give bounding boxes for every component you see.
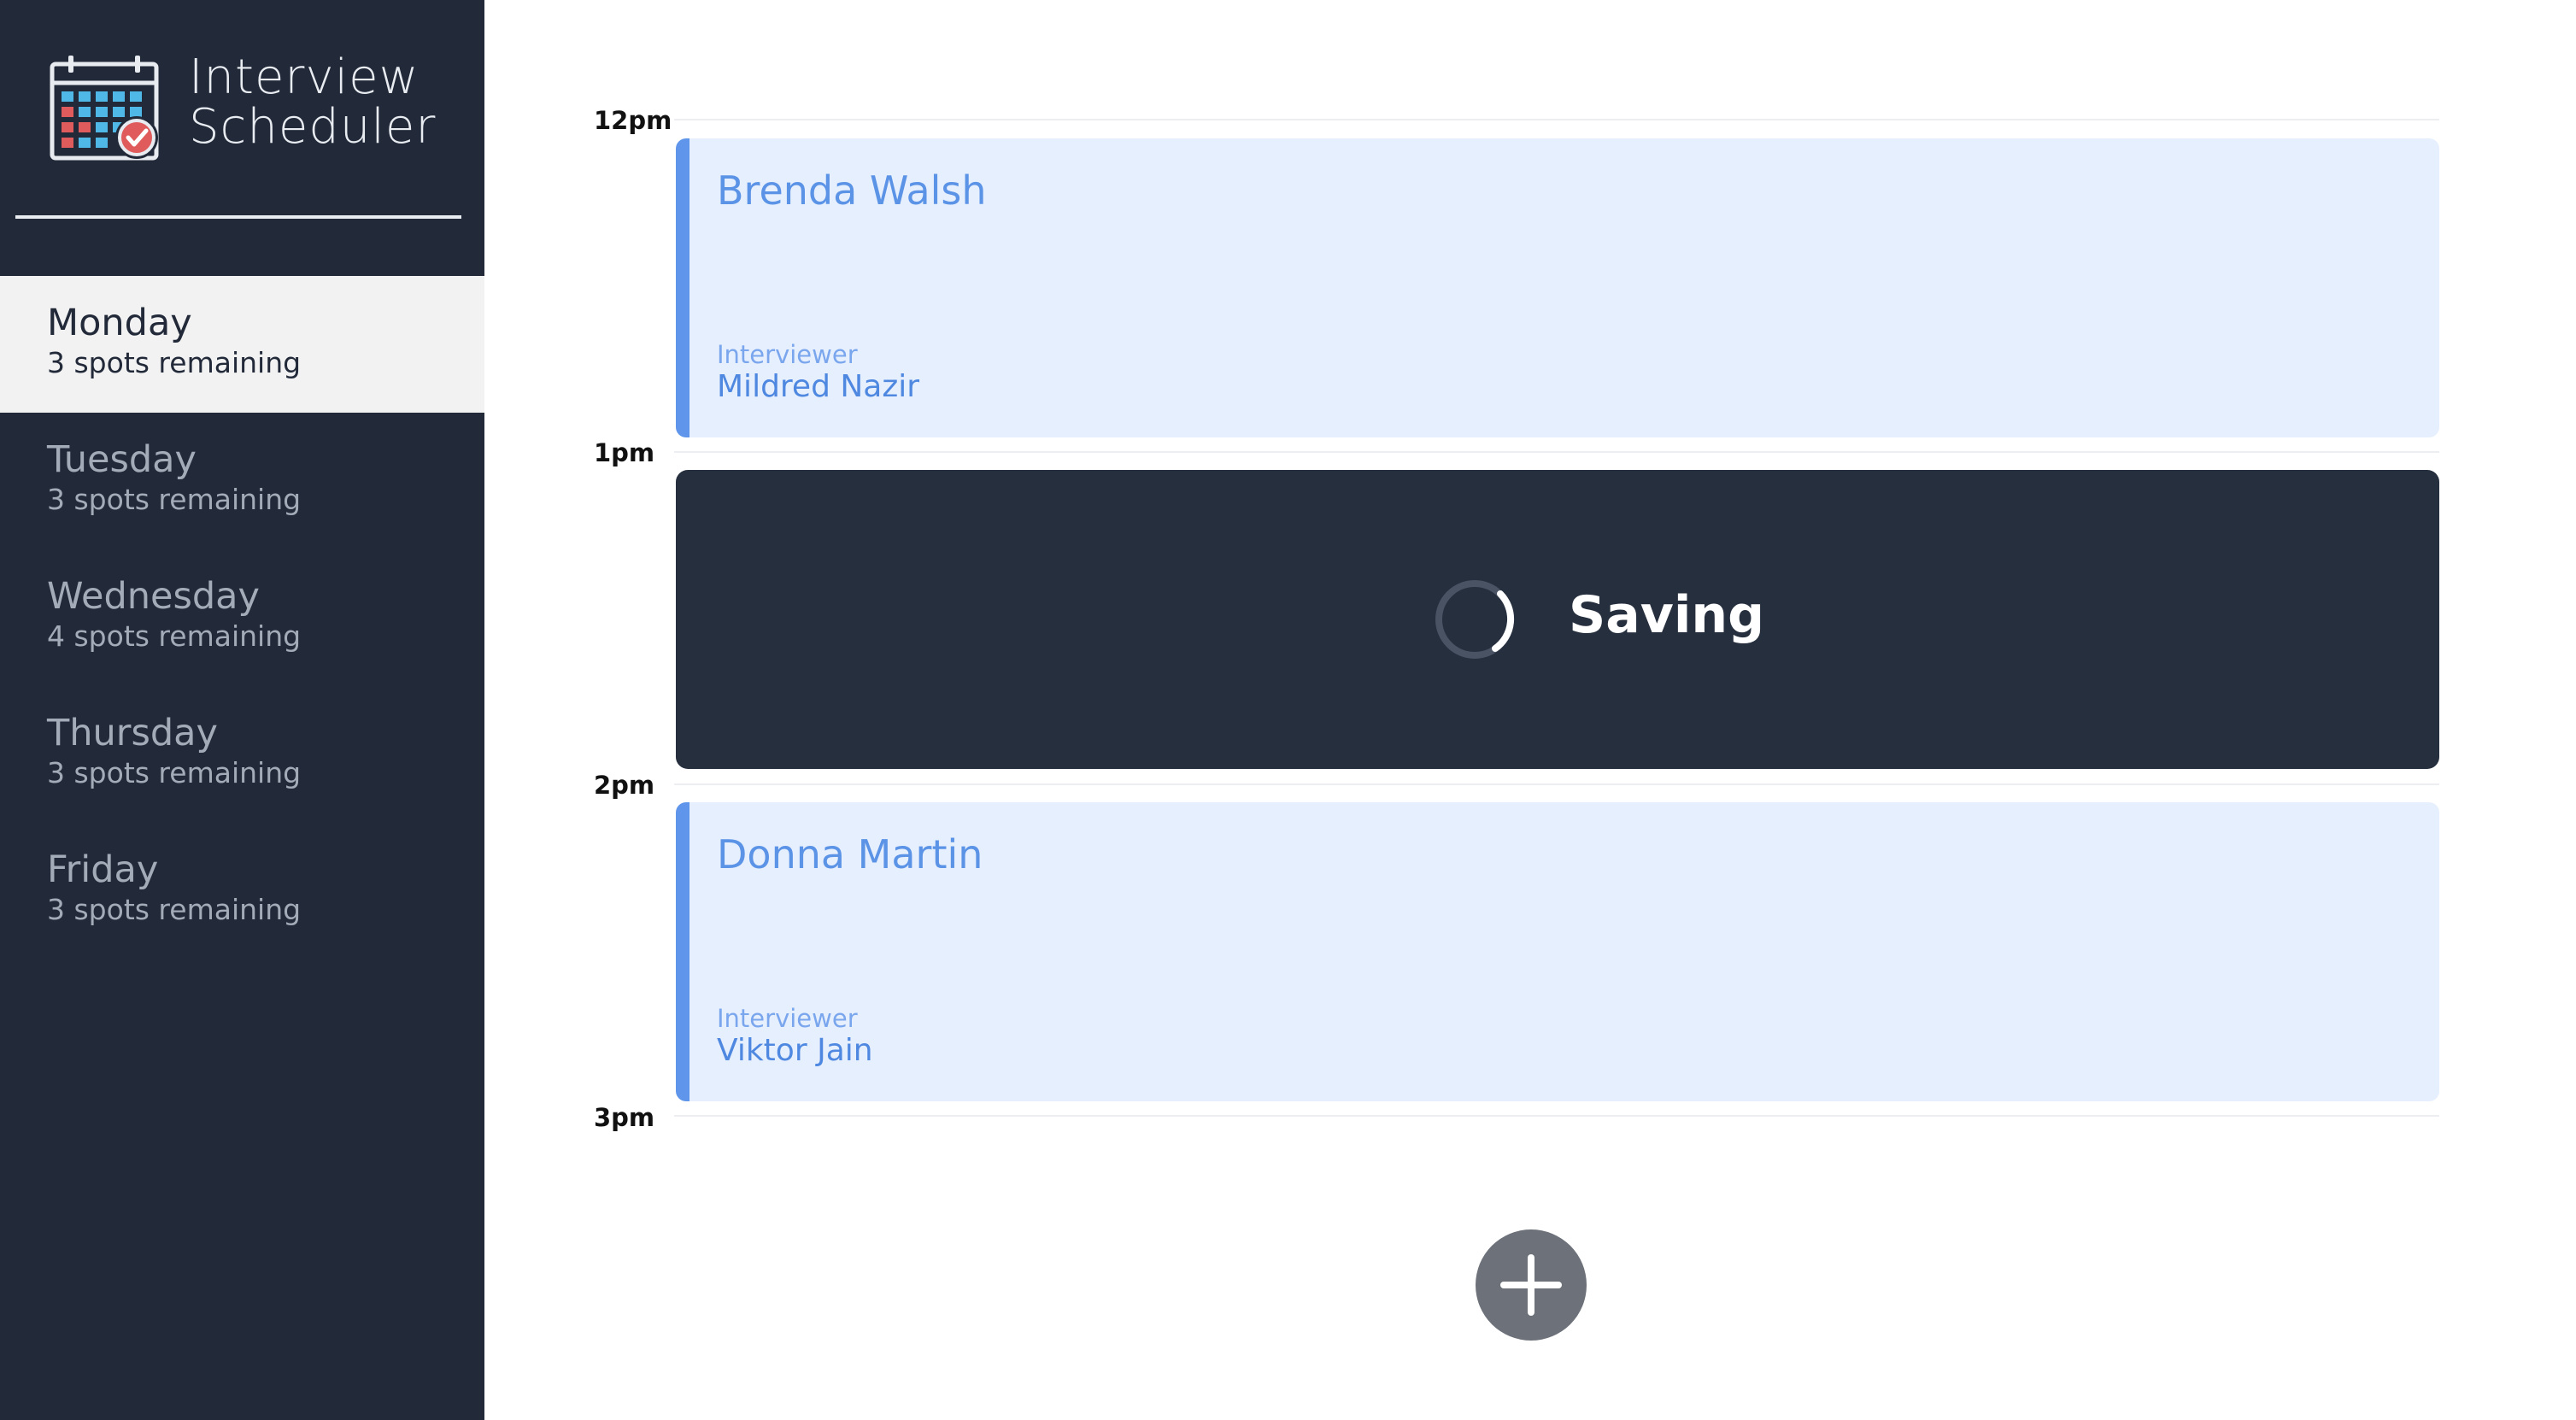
calendar-logo-icon	[50, 56, 159, 161]
time-label-3pm: 3pm	[594, 1103, 655, 1132]
day-spots: 4 spots remaining	[47, 619, 302, 653]
saving-text: Saving	[1569, 585, 1765, 645]
day-item-friday[interactable]: Friday 3 spots remaining	[0, 823, 484, 959]
student-name: Brenda Walsh	[717, 167, 987, 214]
interviewer-name: Viktor Jain	[717, 1033, 873, 1068]
time-label-12pm: 12pm	[594, 106, 672, 135]
appointment-card[interactable]: Brenda Walsh Interviewer Mildred Nazir	[676, 138, 2439, 437]
day-spots: 3 spots remaining	[47, 893, 302, 926]
day-spots: 3 spots remaining	[47, 346, 302, 379]
day-name: Wednesday	[47, 575, 260, 618]
interviewer-label: Interviewer	[717, 1004, 858, 1033]
sidebar: Interview Scheduler Monday 3 spots remai…	[0, 0, 484, 1420]
day-item-wednesday[interactable]: Wednesday 4 spots remaining	[0, 549, 484, 686]
day-spots: 3 spots remaining	[47, 483, 302, 516]
student-name: Donna Martin	[717, 831, 983, 877]
day-name: Tuesday	[47, 438, 197, 481]
day-item-thursday[interactable]: Thursday 3 spots remaining	[0, 686, 484, 823]
saving-status-card: Saving	[676, 470, 2439, 769]
interviewer-label: Interviewer	[717, 340, 858, 369]
sidebar-divider	[15, 215, 461, 219]
time-divider	[674, 783, 2439, 785]
time-divider	[674, 119, 2439, 120]
add-appointment-button[interactable]	[1476, 1229, 1587, 1341]
app-brand: Interview Scheduler	[50, 53, 435, 164]
app-title-line2: Scheduler	[189, 99, 437, 155]
interviewer-name: Mildred Nazir	[717, 369, 920, 404]
day-name: Monday	[47, 302, 192, 344]
plus-icon	[1500, 1254, 1562, 1316]
app-title: Interview Scheduler	[189, 53, 462, 152]
time-label-2pm: 2pm	[594, 771, 655, 800]
day-spots: 3 spots remaining	[47, 756, 302, 789]
day-name: Thursday	[47, 712, 218, 754]
spinner-icon	[1435, 580, 1515, 659]
day-item-tuesday[interactable]: Tuesday 3 spots remaining	[0, 413, 484, 549]
time-label-1pm: 1pm	[594, 438, 655, 467]
time-divider	[674, 451, 2439, 453]
day-name: Friday	[47, 848, 159, 891]
app-title-line1: Interview	[189, 50, 420, 105]
schedule: 12pm Brenda Walsh Interviewer Mildred Na…	[484, 0, 2576, 1420]
day-item-monday[interactable]: Monday 3 spots remaining	[0, 276, 484, 413]
appointment-card[interactable]: Donna Martin Interviewer Viktor Jain	[676, 802, 2439, 1101]
day-list: Monday 3 spots remaining Tuesday 3 spots…	[0, 276, 484, 959]
time-divider	[674, 1115, 2439, 1117]
